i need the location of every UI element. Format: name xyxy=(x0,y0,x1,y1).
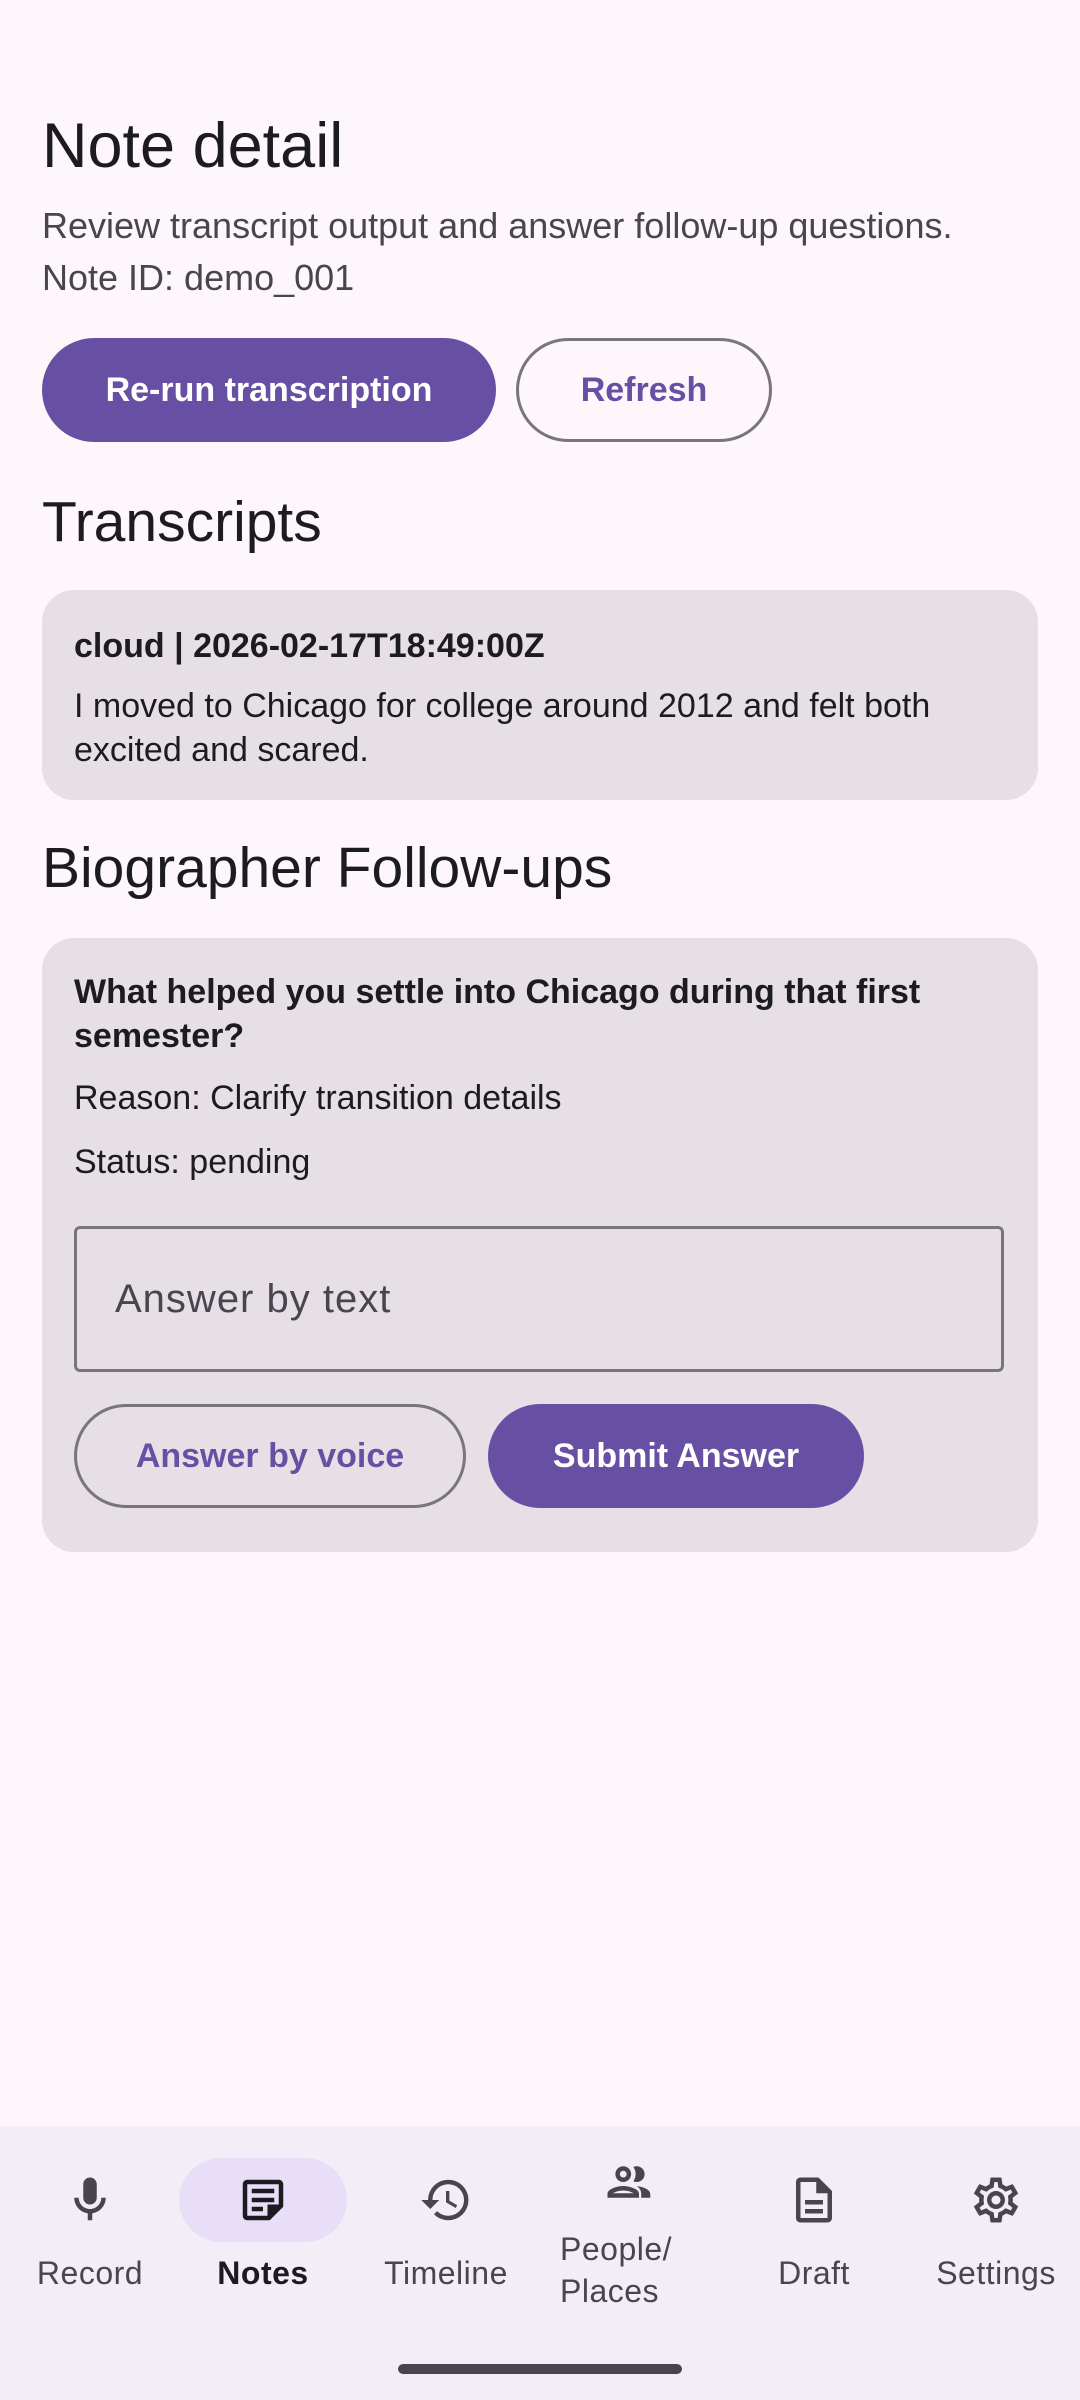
nav-pill-draft xyxy=(730,2158,898,2242)
note-detail-screen: Note detail Review transcript output and… xyxy=(0,0,1080,2400)
transcripts-section-title: Transcripts xyxy=(42,490,322,554)
followups-section-title: Biographer Follow-ups xyxy=(42,836,613,900)
transcript-meta: cloud | 2026-02-17T18:49:00Z xyxy=(74,627,545,665)
nav-item-record[interactable]: Record xyxy=(0,2126,180,2346)
nav-pill-settings xyxy=(912,2158,1080,2242)
page-title: Note detail xyxy=(42,111,344,181)
refresh-button[interactable]: Refresh xyxy=(516,338,772,442)
nav-item-settings[interactable]: Settings xyxy=(906,2126,1080,2346)
document-icon xyxy=(796,2177,832,2223)
transcript-text: I moved to Chicago for college around 20… xyxy=(74,687,931,769)
nav-label-settings: Settings xyxy=(936,2255,1056,2291)
nav-pill-people xyxy=(546,2140,714,2224)
nav-pill-timeline xyxy=(362,2158,530,2242)
transcript-card: cloud | 2026-02-17T18:49:00Z I moved to … xyxy=(42,590,1038,800)
nav-item-people-places[interactable]: People/ Places xyxy=(540,2126,720,2346)
nav-item-timeline[interactable]: Timeline xyxy=(356,2126,536,2346)
notes-icon xyxy=(242,2179,284,2221)
nav-label-timeline: Timeline xyxy=(384,2255,508,2291)
nav-pill-notes xyxy=(179,2158,347,2242)
nav-item-notes[interactable]: Notes xyxy=(173,2126,353,2346)
submit-answer-button[interactable]: Submit Answer xyxy=(488,1404,864,1508)
nav-pill-record xyxy=(6,2158,174,2242)
answer-by-voice-button[interactable]: Answer by voice xyxy=(74,1404,466,1508)
followup-reason: Reason: Clarify transition details xyxy=(74,1079,562,1117)
gear-icon xyxy=(974,2177,1018,2223)
history-icon xyxy=(421,2179,469,2221)
mic-icon xyxy=(74,2177,106,2221)
followup-status: Status: pending xyxy=(74,1143,311,1181)
bottom-navigation-bar: Record Notes Timeline People/ Places Dra… xyxy=(0,2126,1080,2400)
followup-question: What helped you settle into Chicago duri… xyxy=(74,973,921,1055)
nav-label-draft: Draft xyxy=(778,2255,850,2291)
note-id-label: Note ID: demo_001 xyxy=(42,257,355,298)
nav-item-draft[interactable]: Draft xyxy=(724,2126,904,2346)
nav-label-notes: Notes xyxy=(217,2255,309,2291)
people-icon xyxy=(607,2166,651,2198)
nav-label-people-places: People/ Places xyxy=(560,2231,673,2309)
nav-label-record: Record xyxy=(36,2255,144,2291)
followup-card: What helped you settle into Chicago duri… xyxy=(42,938,1038,1552)
rerun-transcription-button[interactable]: Re-run transcription xyxy=(42,338,496,442)
home-indicator[interactable] xyxy=(398,2364,682,2374)
answer-text-input[interactable] xyxy=(74,1226,1004,1372)
page-subtitle: Review transcript output and answer foll… xyxy=(42,205,953,246)
